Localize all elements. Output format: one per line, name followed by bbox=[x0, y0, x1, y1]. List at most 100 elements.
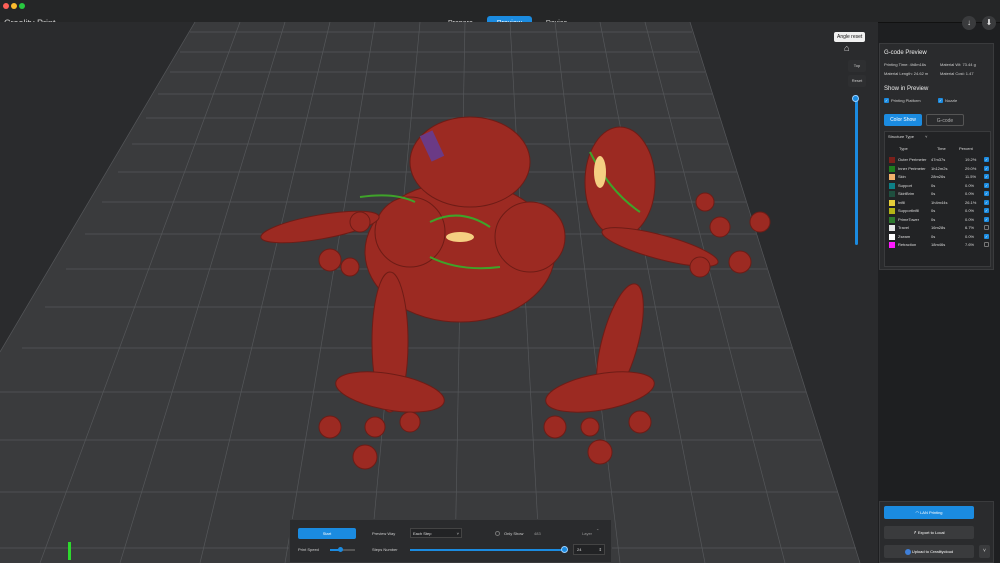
row-visibility-checkbox[interactable] bbox=[984, 225, 989, 230]
home-icon[interactable]: ⌂ bbox=[844, 43, 849, 53]
structure-type-label: Structure Type bbox=[888, 134, 914, 139]
arrow-down-icon[interactable]: ↓ bbox=[962, 16, 976, 30]
row-visibility-checkbox[interactable]: ✓ bbox=[984, 182, 989, 188]
chevron-down-icon: ˅ bbox=[983, 548, 986, 554]
structure-row: Skin 28m26s 11.5% ✓ bbox=[889, 173, 989, 181]
row-visibility-checkbox[interactable]: ✓ bbox=[984, 216, 989, 222]
structure-row: PrimeTower 0s 0.0% ✓ bbox=[889, 216, 989, 224]
gcode-preview-panel: G-code Preview Printing Time: 4h8m16s Ma… bbox=[879, 43, 994, 270]
checkbox-checked-icon: ✓ bbox=[938, 98, 943, 103]
structure-percent: 0.0% bbox=[965, 182, 975, 188]
structure-time: 0s bbox=[931, 182, 936, 188]
reset-view-button[interactable]: Reset bbox=[848, 75, 866, 87]
color-swatch bbox=[889, 233, 895, 240]
color-swatch bbox=[889, 165, 895, 172]
color-swatch bbox=[889, 191, 895, 197]
steps-number-label: Steps Number bbox=[372, 547, 398, 552]
row-visibility-checkbox[interactable]: ✓ bbox=[984, 174, 989, 179]
row-visibility-checkbox[interactable]: ✓ bbox=[984, 165, 989, 171]
structure-time: 0s bbox=[931, 233, 936, 239]
maximize-window-button[interactable] bbox=[19, 3, 25, 9]
print-speed-label: Print Speed bbox=[298, 547, 319, 552]
row-visibility-checkbox[interactable]: ✓ bbox=[984, 208, 989, 213]
show-in-preview-heading: Show in Preview bbox=[884, 86, 929, 92]
lan-printing-button[interactable]: ◠ LAN Printing bbox=[884, 506, 974, 519]
print-speed-handle[interactable] bbox=[338, 547, 343, 552]
nozzle-checkbox[interactable]: ✓ Nozzle bbox=[938, 98, 957, 103]
preview-way-select[interactable]: Each Step ˅ bbox=[410, 528, 462, 538]
structure-row: Outer Perimeter 47m37s 19.2% ✓ bbox=[889, 156, 989, 164]
color-swatch bbox=[889, 199, 895, 206]
structure-name: Support bbox=[898, 182, 913, 188]
structure-name: Skin bbox=[898, 174, 906, 179]
start-button[interactable]: Start bbox=[298, 528, 356, 539]
steps-number-value: 24 bbox=[577, 547, 582, 552]
structure-row: Inner Perimeter 1h12m2s 29.0% ✓ bbox=[889, 165, 989, 173]
structure-time: 0s bbox=[931, 208, 936, 213]
3d-viewport[interactable] bbox=[0, 22, 878, 563]
close-window-button[interactable] bbox=[3, 3, 9, 9]
structure-percent: 19.2% bbox=[965, 157, 977, 162]
stepper-icon[interactable]: ⇕ bbox=[599, 545, 602, 555]
structure-name: PrimeTower bbox=[898, 216, 920, 222]
preview-way-label: Preview Way bbox=[372, 531, 396, 536]
row-visibility-checkbox[interactable] bbox=[984, 242, 989, 247]
color-swatch bbox=[889, 157, 895, 163]
steps-slider-handle[interactable] bbox=[561, 546, 568, 553]
structure-name: Inner Perimeter bbox=[898, 165, 926, 171]
color-swatch bbox=[889, 182, 895, 189]
structure-time: 18m46s bbox=[931, 242, 946, 247]
row-visibility-checkbox[interactable]: ✓ bbox=[984, 191, 989, 196]
structure-type-dropdown[interactable]: Structure Type ˅ bbox=[888, 134, 927, 139]
layer-slider-handle[interactable] bbox=[852, 95, 859, 102]
structure-percent: 0.0% bbox=[965, 233, 975, 239]
layer-label: Layer bbox=[582, 531, 593, 536]
lan-printing-label: LAN Printing bbox=[920, 510, 943, 515]
export-local-button[interactable]: ↱ Export to Local bbox=[884, 526, 974, 539]
structure-name: Outer Perimeter bbox=[898, 157, 927, 162]
row-visibility-checkbox[interactable]: ✓ bbox=[984, 157, 989, 162]
structure-name: Infill bbox=[898, 199, 906, 205]
structure-time: 0s bbox=[931, 216, 936, 222]
column-percent: Percent bbox=[959, 146, 973, 151]
layer-slider[interactable] bbox=[852, 95, 859, 245]
row-visibility-checkbox[interactable]: ✓ bbox=[984, 233, 989, 239]
only-show-radio[interactable] bbox=[495, 531, 500, 536]
structure-row: Zseam 0s 0.0% ✓ bbox=[889, 233, 989, 241]
row-visibility-checkbox[interactable]: ✓ bbox=[984, 199, 989, 205]
more-options-button[interactable]: ˅ bbox=[979, 545, 990, 558]
upload-cloud-button[interactable]: Upload to Crealitycloud bbox=[884, 545, 974, 558]
material-cost: Material Cost: 1.47 bbox=[940, 71, 974, 76]
column-type: Type bbox=[899, 146, 908, 151]
structure-row: Support 0s 0.0% ✓ bbox=[889, 182, 989, 190]
top-view-button[interactable]: Top bbox=[848, 60, 866, 72]
only-show-label: Only Show bbox=[504, 531, 524, 536]
cloud-icon bbox=[904, 548, 911, 555]
minimize-window-button[interactable] bbox=[11, 3, 17, 9]
nozzle-label: Nozzle bbox=[945, 98, 958, 103]
steps-slider[interactable] bbox=[410, 546, 568, 553]
upload-cloud-label: Upload to Crealitycloud bbox=[911, 549, 954, 554]
gcode-preview-title: G-code Preview bbox=[884, 50, 927, 56]
chevron-down-icon: ˅ bbox=[456, 531, 459, 536]
structure-percent: 29.0% bbox=[965, 165, 977, 171]
structure-percent: 11.5% bbox=[965, 174, 977, 179]
print-speed-slider[interactable] bbox=[330, 547, 355, 552]
build-plate-grid bbox=[0, 22, 878, 563]
steps-number-input[interactable]: 24 ⇕ bbox=[573, 544, 605, 555]
color-show-tab[interactable]: Color Show bbox=[884, 114, 922, 126]
structure-time: 47m37s bbox=[931, 157, 946, 162]
printing-platform-checkbox[interactable]: ✓ Printing Platform bbox=[884, 98, 921, 103]
gcode-tab[interactable]: G-code bbox=[926, 114, 964, 126]
structure-time: 16m28s bbox=[931, 225, 946, 230]
axis-indicator bbox=[68, 542, 71, 560]
angle-reset-tooltip: Angle reset bbox=[834, 32, 866, 42]
upload-icon[interactable]: ⬇ bbox=[982, 16, 996, 30]
printing-platform-label: Printing Platform bbox=[891, 98, 921, 103]
structure-time: 1h4m44s bbox=[931, 199, 948, 205]
column-time: Time bbox=[937, 146, 946, 151]
layer-stepper[interactable]: ⌃ bbox=[596, 528, 599, 533]
structure-name: SkirtBrim bbox=[898, 191, 915, 196]
material-length: Material Length: 24.62 m bbox=[884, 71, 929, 76]
structure-percent: 0.0% bbox=[965, 191, 975, 196]
